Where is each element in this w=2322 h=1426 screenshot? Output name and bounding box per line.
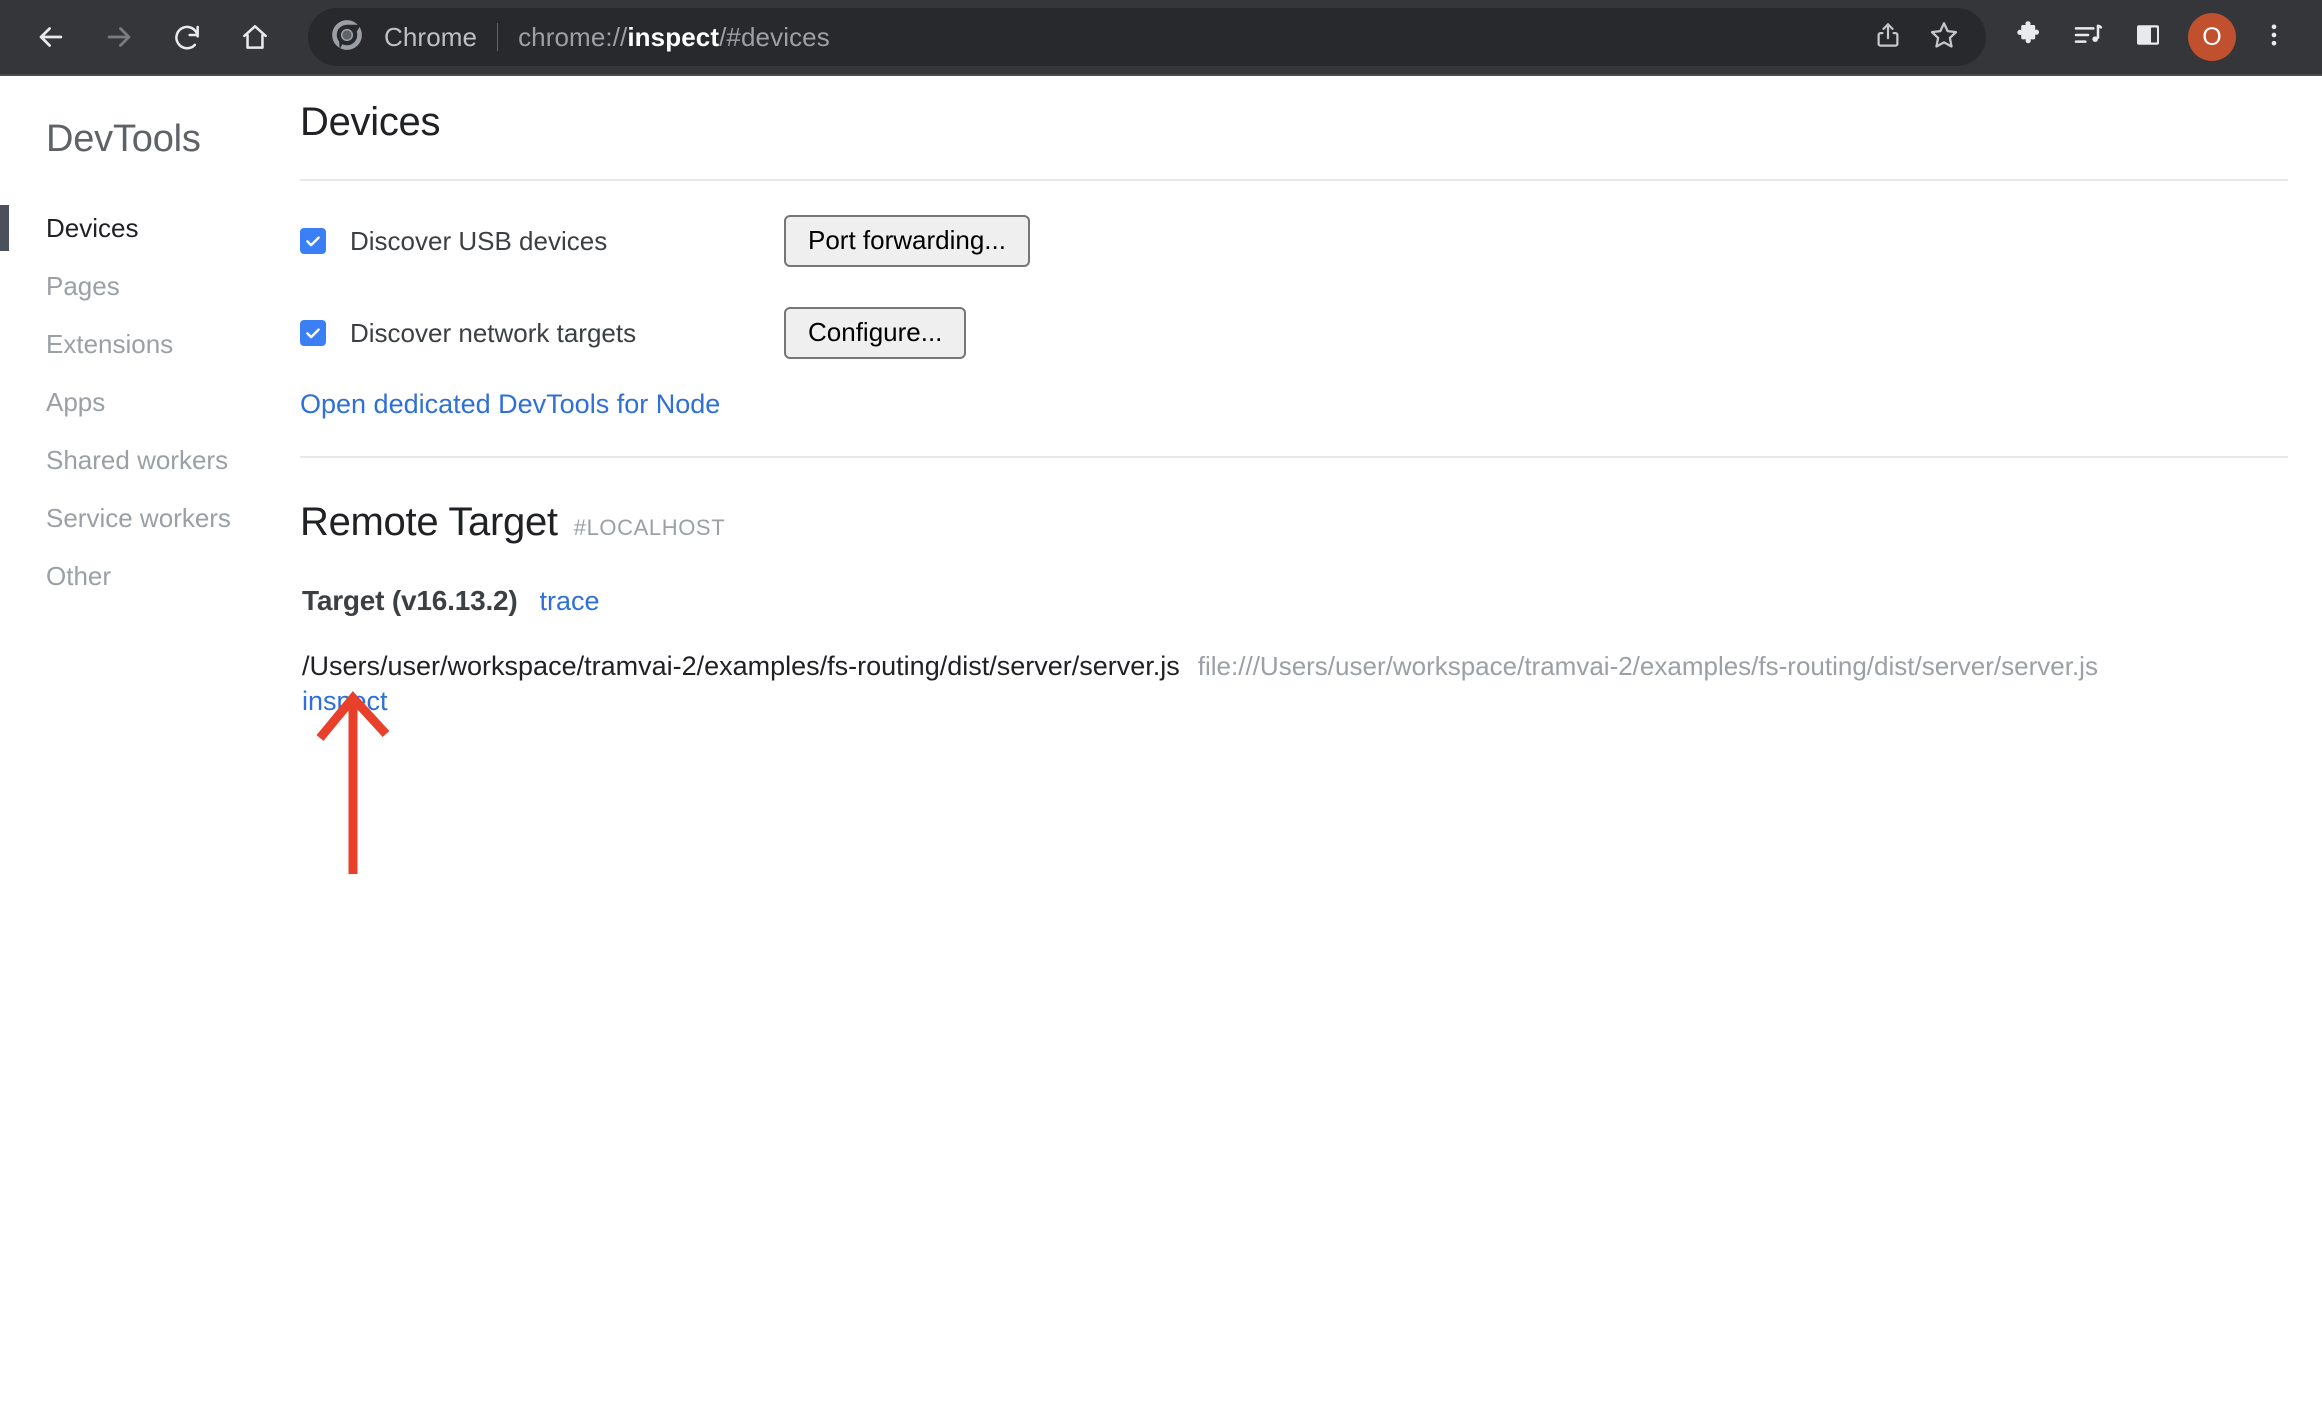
discover-usb-devices-checkbox[interactable]: Discover USB devices [300, 226, 784, 257]
open-dedicated-devtools-for-node-link[interactable]: Open dedicated DevTools for Node [300, 389, 720, 419]
home-button[interactable] [226, 8, 284, 66]
sidebar-item-label: Service workers [46, 502, 231, 533]
trace-link[interactable]: trace [540, 586, 600, 617]
remote-target-title: Remote Target [300, 500, 558, 544]
arrow-left-icon [34, 20, 68, 54]
main-content: Devices Discover USB devices Port forwar… [298, 76, 2322, 1426]
chrome-menu-button[interactable] [2244, 7, 2304, 67]
star-outline-icon [1928, 19, 1960, 56]
address-bar[interactable]: Chrome chrome://inspect/#devices [308, 8, 1986, 66]
sidebar-item-devices[interactable]: Devices [0, 199, 298, 257]
sidebar-item-other[interactable]: Other [0, 547, 298, 605]
forward-button[interactable] [90, 8, 148, 66]
discovery-settings: Discover USB devices Port forwarding... … [300, 181, 2288, 456]
share-icon [1873, 20, 1903, 55]
arrow-right-icon [102, 20, 136, 54]
discover-network-targets-label: Discover network targets [350, 317, 637, 348]
media-control-button[interactable] [2058, 7, 2118, 67]
target-name: Target (v16.13.2) [302, 585, 518, 616]
configure-button[interactable]: Configure... [784, 306, 967, 360]
sidebar-item-label: Shared workers [46, 444, 229, 475]
target-file-url: file:///Users/user/workspace/tramvai-2/e… [1197, 651, 2098, 681]
port-forwarding-button[interactable]: Port forwarding... [784, 214, 1030, 268]
sidebar-item-label: Other [46, 560, 112, 591]
target-header-row: Target (v16.13.2) trace [300, 585, 2288, 617]
share-button[interactable] [1860, 9, 1916, 65]
omnibox-url-suffix: /#devices [719, 21, 830, 52]
media-playlist-icon [2072, 19, 2104, 56]
sidebar-item-service-workers[interactable]: Service workers [0, 489, 298, 547]
sidebar-title: DevTools [46, 118, 201, 160]
sidebar: DevTools Devices Pages Extensions Apps S… [0, 76, 298, 1426]
profile-avatar-button[interactable]: O [2182, 7, 2242, 67]
omnibox-separator [497, 23, 499, 51]
sidebar-item-pages[interactable]: Pages [0, 257, 298, 315]
sidebar-item-label: Pages [46, 270, 120, 301]
three-dot-menu-icon [2260, 21, 2288, 54]
sidebar-item-label: Extensions [46, 328, 174, 359]
remote-target-section: Remote Target #LOCALHOST Target (v16.13.… [300, 458, 2288, 717]
devtools-inspect-page: DevTools Devices Pages Extensions Apps S… [0, 76, 2322, 1426]
sidebar-item-shared-workers[interactable]: Shared workers [0, 431, 298, 489]
discover-network-row: Discover network targets Configure... [300, 287, 2288, 379]
home-icon [239, 21, 271, 53]
bookmark-button[interactable] [1916, 9, 1972, 65]
checkbox-checked-icon [300, 320, 326, 346]
checkbox-checked-icon [300, 228, 326, 254]
remote-target-host: #LOCALHOST [573, 515, 726, 540]
browser-toolbar: Chrome chrome://inspect/#devices O [0, 0, 2322, 76]
chrome-logo-icon [330, 18, 364, 57]
back-button[interactable] [22, 8, 80, 66]
omnibox-url-emphasis: inspect [627, 21, 720, 52]
discover-network-targets-checkbox[interactable]: Discover network targets [300, 318, 784, 349]
omnibox-url-prefix: chrome:// [518, 21, 628, 52]
target-path-row: /Users/user/workspace/tramvai-2/examples… [300, 651, 2288, 682]
page-title: Devices [300, 100, 441, 144]
sidebar-item-apps[interactable]: Apps [0, 373, 298, 431]
node-devtools-row: Open dedicated DevTools for Node [300, 379, 2288, 456]
remote-target-heading: Remote Target #LOCALHOST [300, 500, 2288, 545]
inspect-link[interactable]: inspect [302, 686, 388, 716]
target-actions-row: inspect [300, 686, 2288, 717]
puzzle-piece-icon [2012, 19, 2044, 56]
sidebar-item-extensions[interactable]: Extensions [0, 315, 298, 373]
sidebar-item-label: Devices [46, 212, 139, 243]
discover-usb-devices-label: Discover USB devices [350, 225, 608, 256]
discover-usb-row: Discover USB devices Port forwarding... [300, 195, 2288, 287]
avatar-initial: O [2202, 22, 2222, 51]
sidebar-item-label: Apps [46, 386, 106, 417]
target-file-path: /Users/user/workspace/tramvai-2/examples… [302, 651, 1180, 681]
reload-icon [171, 21, 203, 53]
extensions-button[interactable] [1998, 7, 2058, 67]
reload-button[interactable] [158, 8, 216, 66]
side-panel-icon [2133, 20, 2163, 55]
omnibox-chip-label: Chrome [384, 21, 478, 52]
avatar: O [2188, 13, 2236, 61]
omnibox-url-text: chrome://inspect/#devices [518, 22, 1852, 53]
side-panel-button[interactable] [2118, 7, 2178, 67]
